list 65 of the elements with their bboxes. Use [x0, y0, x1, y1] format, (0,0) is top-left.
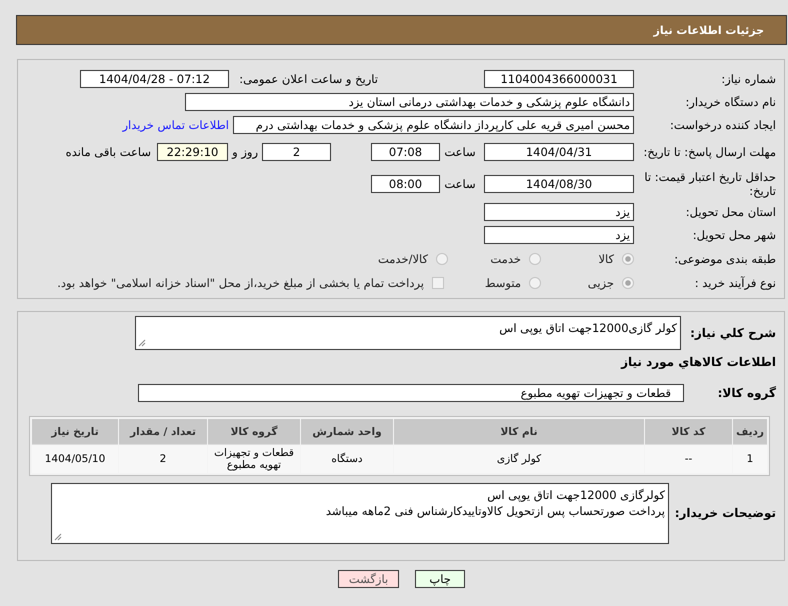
field-label: توضیحات خریدار:: [674, 506, 777, 520]
field-label: استان محل تحویل:: [684, 204, 777, 218]
validity-date-field: 1404/08/30: [484, 175, 634, 193]
radio-label: جزیی: [588, 276, 614, 290]
radio-button[interactable]: [529, 277, 541, 289]
remaining-time-field: 22:29:10: [157, 143, 228, 161]
table-cell: 1404/05/10: [32, 444, 118, 473]
days-label: روز و: [230, 145, 258, 159]
column-header: ردیف: [733, 419, 767, 444]
validity-time-field: 08:00: [371, 175, 440, 193]
announce-date-field: 1404/04/28 - 07:12: [80, 70, 229, 88]
radio-label: کالا: [598, 252, 614, 266]
buyer-field: دانشگاه علوم پزشکی و خدمات بهداشتی درمانی استان یزد: [185, 92, 634, 110]
table-cell: کولر گازی: [394, 444, 644, 473]
radio-button[interactable]: [529, 253, 541, 265]
column-header: تاریخ نیاز: [32, 419, 118, 444]
back-button[interactable]: بازگشت: [338, 570, 400, 588]
page-title: جزئیات اطلاعات نیاز: [654, 24, 764, 36]
field-label: طبقه بندی موضوعی:: [673, 252, 777, 266]
goods-group-field: قطعات و تجهیزات تهویه مطبوع: [138, 384, 684, 402]
table-cell: 1: [733, 444, 767, 473]
field-label: تاریخ و ساعت اعلان عمومی:: [238, 72, 379, 86]
radio-label: کالا/خدمت: [378, 252, 428, 266]
column-header: گروه کالا: [208, 419, 300, 444]
column-header: واحد شمارش: [301, 419, 393, 444]
column-header: تعداد / مقدار: [119, 419, 207, 444]
contact-link[interactable]: اطلاعات تماس خریدار: [122, 118, 229, 132]
table-cell: 2: [119, 444, 207, 473]
section-heading: اطلاعات کالاهاي مورد نياز: [620, 354, 777, 371]
city-field: یزد: [484, 226, 634, 244]
resize-grip-icon[interactable]: [54, 532, 62, 540]
summary-field[interactable]: کولر گازی12000جهت اتاق یوپی اس: [135, 316, 681, 350]
time-label: ساعت: [443, 177, 477, 191]
table-cell: قطعات و تجهیزات تهویه مطبوع: [208, 444, 300, 473]
field-label: نوع فرآیند خرید :: [694, 276, 777, 290]
field-label: گروه کالا:: [716, 386, 777, 400]
resize-grip-icon[interactable]: [138, 339, 146, 347]
radio-button[interactable]: [622, 277, 634, 289]
days-field: 2: [262, 143, 331, 161]
table-cell: دستگاه: [301, 444, 393, 473]
buyer-notes-field[interactable]: کولرگازی 12000جهت اتاق یوپی اس پرداخت صورتحساب پس ازتحویل کالاوتاییدکارشناس فنی 2ماهه میباشد: [51, 482, 669, 544]
field-label: حداقل تاریخ اعتبار قیمت: تا تاریخ:: [643, 170, 777, 198]
radio-button[interactable]: [622, 253, 634, 265]
print-button[interactable]: چاپ: [415, 570, 466, 588]
remaining-label: ساعت باقی مانده: [66, 145, 151, 159]
treasury-label: پرداخت تمام یا بخشی از مبلغ خرید،از محل "اسناد خزانه اسلامی" خواهد بود.: [57, 276, 424, 290]
radio-label: متوسط: [484, 276, 521, 290]
column-header: کد کالا: [645, 419, 732, 444]
column-header: نام کالا: [394, 419, 644, 444]
field-label: شهر محل تحویل:: [692, 228, 777, 242]
time-label: ساعت: [443, 145, 477, 159]
radio-label: خدمت: [490, 252, 521, 266]
creator-field: محسن امیری قریه علی کارپرداز دانشگاه علوم پزشکی و خدمات بهداشتی درم: [233, 116, 634, 134]
need-number-field: 1104004366000031: [484, 70, 634, 88]
deadline-time-field: 07:08: [371, 143, 440, 161]
table-cell: --: [645, 444, 732, 473]
field-label: مهلت ارسال پاسخ: تا تاریخ:: [642, 145, 777, 159]
province-field: یزد: [484, 202, 634, 220]
radio-button[interactable]: [436, 253, 448, 265]
field-label: شرح کلي نياز:: [689, 326, 777, 340]
deadline-date-field: 1404/04/31: [484, 143, 634, 161]
field-label: شماره نیاز:: [720, 72, 777, 86]
field-label: ایجاد کننده درخواست:: [669, 118, 777, 132]
treasury-checkbox[interactable]: [432, 277, 444, 289]
field-label: نام دستگاه خریدار:: [684, 94, 777, 108]
